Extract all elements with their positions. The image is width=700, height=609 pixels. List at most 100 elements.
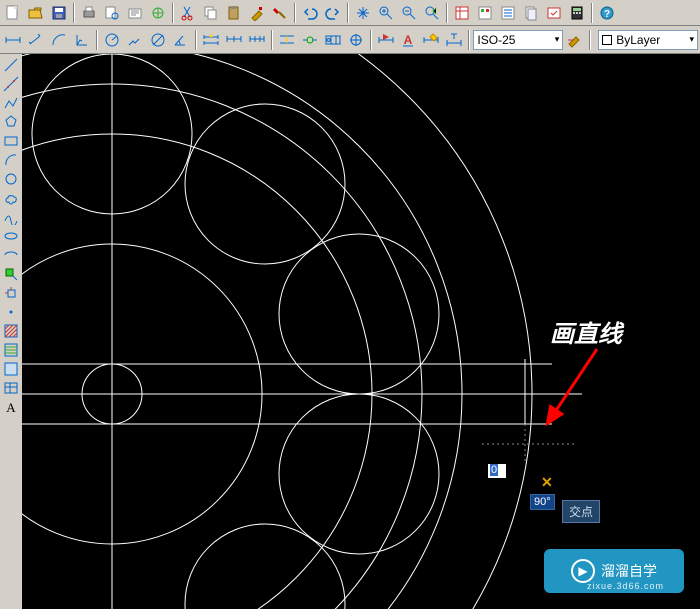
separator	[96, 30, 98, 50]
drawing-canvas[interactable]: 画直线 0 ✕ 90° 交点 ▶ 溜溜自学 zixue.3d66.com	[22, 54, 700, 609]
dim-inspect-button[interactable]	[375, 29, 397, 51]
dim-linear-button[interactable]	[2, 29, 24, 51]
arc-button[interactable]	[2, 151, 20, 169]
dropdown-arrow-icon: ▾	[690, 34, 695, 45]
dim-angular-button[interactable]	[170, 29, 192, 51]
annotation-arrow	[542, 344, 622, 444]
color-combo[interactable]: ByLayer ▾	[598, 30, 698, 50]
save-button[interactable]	[48, 2, 70, 24]
dim-continue-button[interactable]	[246, 29, 268, 51]
properties-button[interactable]	[451, 2, 473, 24]
snap-marker-icon: ✕	[541, 474, 553, 491]
dim-space-button[interactable]	[276, 29, 298, 51]
mtext-button[interactable]: A	[2, 398, 20, 416]
point-button[interactable]	[2, 303, 20, 321]
calculator-button[interactable]	[566, 2, 588, 24]
spline-button[interactable]	[2, 208, 20, 226]
color-value: ByLayer	[616, 33, 660, 47]
redo-button[interactable]	[322, 2, 344, 24]
dim-edit-button[interactable]	[420, 29, 442, 51]
separator	[347, 3, 349, 23]
help-button[interactable]: ?	[596, 2, 618, 24]
ellipse-arc-button[interactable]	[2, 246, 20, 264]
table-button[interactable]	[2, 379, 20, 397]
region-button[interactable]	[2, 360, 20, 378]
cut-button[interactable]	[177, 2, 199, 24]
rectangle-button[interactable]	[2, 132, 20, 150]
dim-style-combo[interactable]: ISO-25 ▾	[473, 30, 563, 50]
dim-break-button[interactable]	[299, 29, 321, 51]
paste-button[interactable]	[223, 2, 245, 24]
ellipse-button[interactable]	[2, 227, 20, 245]
dynamic-input-angle: 90°	[530, 494, 555, 510]
gradient-button[interactable]	[2, 341, 20, 359]
watermark-logo-icon: ▶	[571, 559, 595, 583]
standard-toolbar: ?	[0, 0, 700, 26]
separator	[446, 3, 448, 23]
color-swatch	[602, 35, 612, 45]
dim-arc-button[interactable]	[48, 29, 70, 51]
separator	[370, 30, 372, 50]
tolerance-button[interactable]	[322, 29, 344, 51]
sheet-set-button[interactable]	[520, 2, 542, 24]
draw-toolbar: A	[0, 54, 22, 609]
osnap-tooltip: 交点	[562, 500, 600, 523]
pan-button[interactable]	[352, 2, 374, 24]
dim-aligned-button[interactable]	[25, 29, 47, 51]
dim-baseline-button[interactable]	[223, 29, 245, 51]
dim-diameter-button[interactable]	[147, 29, 169, 51]
print-button[interactable]	[78, 2, 100, 24]
zoom-window-button[interactable]	[421, 2, 443, 24]
polyline-button[interactable]	[2, 94, 20, 112]
line-button[interactable]	[2, 56, 20, 74]
separator	[271, 30, 273, 50]
dimension-toolbar: A ISO-25 ▾ ByLayer ▾	[0, 26, 700, 54]
svg-text:?: ?	[604, 9, 610, 20]
plot-button[interactable]	[147, 2, 169, 24]
dim-jogged-button[interactable]	[124, 29, 146, 51]
dim-ordinate-button[interactable]	[71, 29, 93, 51]
separator	[589, 30, 591, 50]
make-block-button[interactable]	[2, 284, 20, 302]
match-properties-button[interactable]	[246, 2, 268, 24]
copy-button[interactable]	[200, 2, 222, 24]
dim-radius-button[interactable]	[101, 29, 123, 51]
insert-block-button[interactable]	[2, 265, 20, 283]
print-preview-button[interactable]	[101, 2, 123, 24]
dynamic-input-distance[interactable]: 0	[487, 463, 507, 479]
new-file-button[interactable]	[2, 2, 24, 24]
undo-button[interactable]	[299, 2, 321, 24]
separator	[591, 3, 593, 23]
publish-button[interactable]	[124, 2, 146, 24]
hatch-button[interactable]	[2, 322, 20, 340]
revcloud-button[interactable]	[2, 189, 20, 207]
dim-style-value: ISO-25	[477, 33, 515, 47]
separator	[172, 3, 174, 23]
svg-text:A: A	[6, 400, 16, 415]
dim-style-button[interactable]	[564, 29, 586, 51]
design-center-button[interactable]	[474, 2, 496, 24]
svg-text:A: A	[404, 33, 413, 47]
zoom-realtime-button[interactable]	[375, 2, 397, 24]
tool-palette-button[interactable]	[497, 2, 519, 24]
dim-jog-line-button[interactable]: A	[398, 29, 420, 51]
watermark-domain: zixue.3d66.com	[587, 581, 664, 591]
open-file-button[interactable]	[25, 2, 47, 24]
xline-button[interactable]	[2, 75, 20, 93]
dynamic-input-value: 0	[490, 464, 498, 476]
center-mark-button[interactable]	[345, 29, 367, 51]
separator	[294, 3, 296, 23]
markup-button[interactable]	[543, 2, 565, 24]
dropdown-arrow-icon: ▾	[555, 34, 560, 45]
separator	[195, 30, 197, 50]
circle-button[interactable]	[2, 170, 20, 188]
dim-quick-button[interactable]	[200, 29, 222, 51]
watermark-brand: 溜溜自学	[601, 561, 657, 581]
polygon-button[interactable]	[2, 113, 20, 131]
watermark-badge: ▶ 溜溜自学 zixue.3d66.com	[544, 549, 684, 593]
separator	[73, 3, 75, 23]
dim-tedit-button[interactable]	[443, 29, 465, 51]
zoom-previous-button[interactable]	[398, 2, 420, 24]
separator	[468, 30, 470, 50]
paint-button[interactable]	[269, 2, 291, 24]
